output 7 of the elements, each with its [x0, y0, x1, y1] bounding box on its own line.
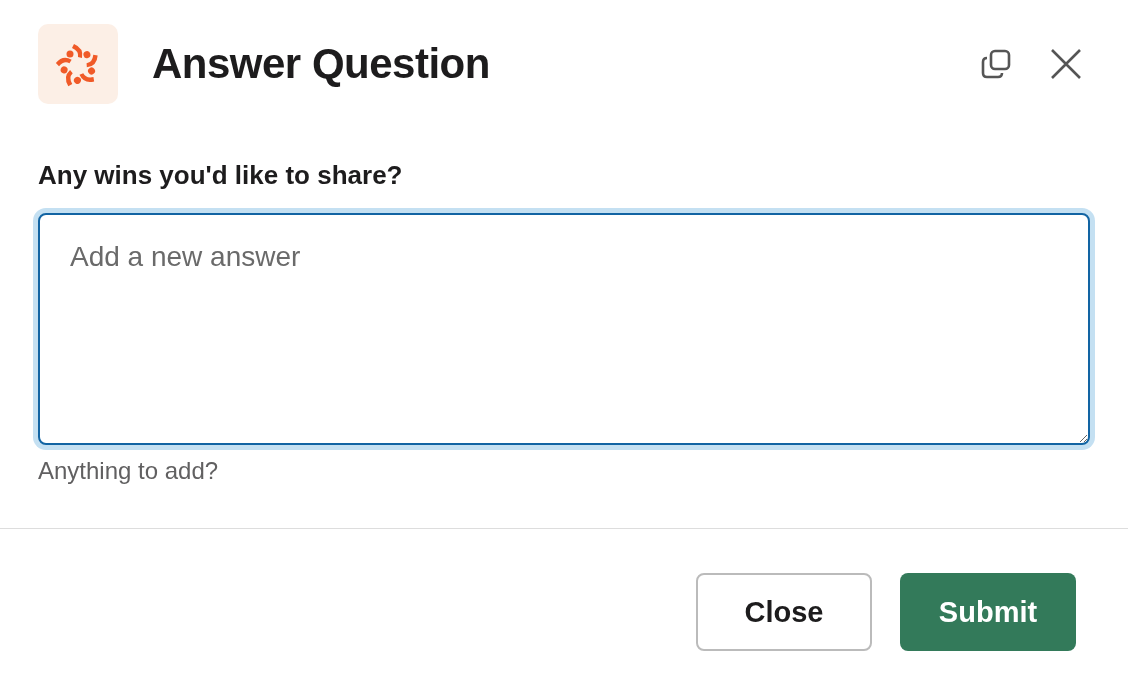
answer-field[interactable]: Add a new answer: [38, 213, 1090, 445]
logo-icon: [38, 24, 118, 104]
hint-text: Anything to add?: [38, 457, 220, 485]
submit-button[interactable]: Submit: [900, 573, 1076, 651]
dialog-title: Answer Question: [152, 40, 491, 88]
close-button[interactable]: Close: [696, 573, 872, 651]
question-label: Any wins you'd like to share?: [38, 160, 404, 191]
